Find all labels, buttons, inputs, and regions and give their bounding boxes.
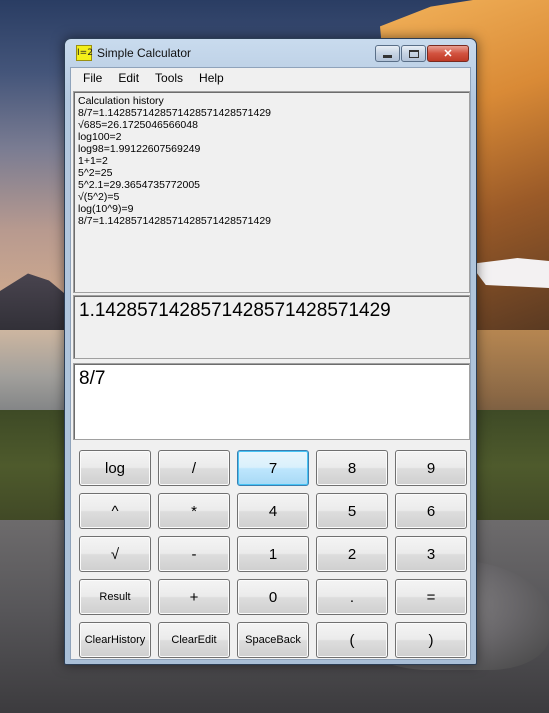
caption-buttons: ✕ xyxy=(375,45,469,62)
clear-history-button[interactable]: ClearHistory xyxy=(79,622,151,658)
open-paren-button[interactable]: ( xyxy=(316,622,388,658)
digit-8-button[interactable]: 8 xyxy=(316,450,388,486)
history-entry: 8/7=1.1428571428571428571428571429 xyxy=(78,215,271,227)
menu-help[interactable]: Help xyxy=(191,69,232,87)
power-button[interactable]: ^ xyxy=(79,493,151,529)
multiply-button[interactable]: * xyxy=(158,493,230,529)
history-panel[interactable]: Calculation history 8/7=1.142857142857142… xyxy=(73,91,470,293)
history-entry: log100=2 xyxy=(78,131,122,143)
digit-2-button[interactable]: 2 xyxy=(316,536,388,572)
digit-3-button[interactable]: 3 xyxy=(395,536,467,572)
space-back-button[interactable]: SpaceBack xyxy=(237,622,309,658)
sqrt-button[interactable]: √ xyxy=(79,536,151,572)
history-entry: √(5^2)=5 xyxy=(78,191,120,203)
window-title: Simple Calculator xyxy=(97,46,192,60)
menu-bar: File Edit Tools Help xyxy=(71,68,470,88)
log-button[interactable]: log xyxy=(79,450,151,486)
history-entry: 1+1=2 xyxy=(78,155,108,167)
history-heading: Calculation history xyxy=(78,95,164,107)
history-entry: log98=1.99122607569249 xyxy=(78,143,201,155)
calculator-window: I=2 Simple Calculator ✕ File Edit Tools … xyxy=(64,38,477,665)
maximize-button[interactable] xyxy=(401,45,426,62)
history-entry: 5^2=25 xyxy=(78,167,113,179)
menu-file[interactable]: File xyxy=(75,69,110,87)
app-icon[interactable]: I=2 xyxy=(76,45,93,61)
clear-edit-button[interactable]: ClearEdit xyxy=(158,622,230,658)
equals-button[interactable]: = xyxy=(395,579,467,615)
history-entry: 8/7=1.1428571428571428571428571429 xyxy=(78,107,271,119)
add-button[interactable]: + xyxy=(158,579,230,615)
minimize-icon xyxy=(383,54,392,58)
menu-edit[interactable]: Edit xyxy=(110,69,147,87)
expression-input[interactable]: 8/7 xyxy=(73,363,470,440)
keypad: log/7 8 9 ^ * 4 5 6 √ -1 2 3 Result +0. = ClearHistory C… xyxy=(79,450,467,658)
digit-9-button[interactable]: 9 xyxy=(395,450,467,486)
digit-1-button[interactable]: 1 xyxy=(237,536,309,572)
client-area: File Edit Tools Help Calculation history… xyxy=(70,67,471,660)
result-button[interactable]: Result xyxy=(79,579,151,615)
maximize-icon xyxy=(408,49,419,58)
digit-4-button[interactable]: 4 xyxy=(237,493,309,529)
close-paren-button[interactable]: ) xyxy=(395,622,467,658)
menu-tools[interactable]: Tools xyxy=(147,69,191,87)
history-entry: √685=26.1725046566048 xyxy=(78,119,198,131)
decimal-button[interactable]: . xyxy=(316,579,388,615)
divide-button[interactable]: / xyxy=(158,450,230,486)
history-entry: log(10^9)=9 xyxy=(78,203,134,215)
title-bar[interactable]: I=2 Simple Calculator ✕ xyxy=(70,39,471,67)
close-button[interactable]: ✕ xyxy=(427,45,469,62)
subtract-button[interactable]: - xyxy=(158,536,230,572)
digit-7-button[interactable]: 7 xyxy=(237,450,309,486)
history-entry: 5^2.1=29.3654735772005 xyxy=(78,179,201,191)
close-icon: ✕ xyxy=(443,48,453,60)
digit-0-button[interactable]: 0 xyxy=(237,579,309,615)
result-display[interactable]: 1.1428571428571428571428571429 xyxy=(73,295,470,359)
digit-5-button[interactable]: 5 xyxy=(316,493,388,529)
minimize-button[interactable] xyxy=(375,45,400,62)
digit-6-button[interactable]: 6 xyxy=(395,493,467,529)
